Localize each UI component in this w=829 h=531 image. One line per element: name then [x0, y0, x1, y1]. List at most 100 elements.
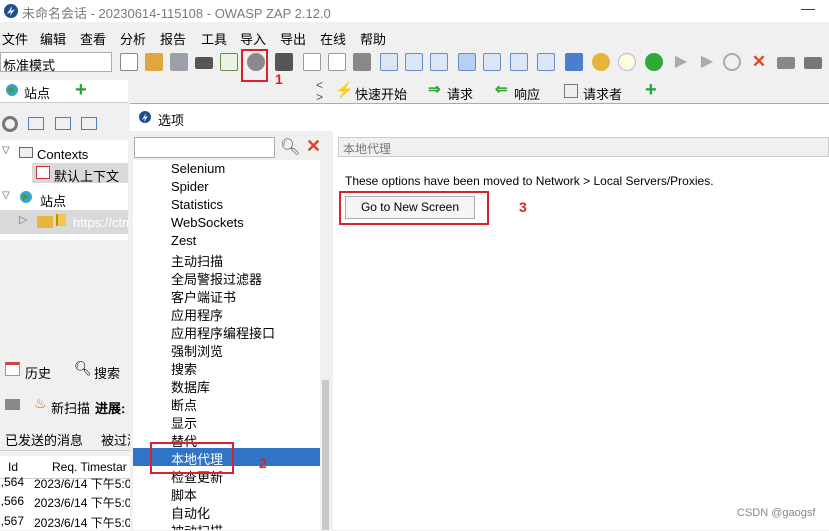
option-item[interactable]: 应用程序编程接口 — [171, 323, 275, 342]
panel-layout-2-icon[interactable] — [405, 53, 423, 71]
option-item[interactable]: Statistics — [171, 197, 223, 212]
keyboard-icon[interactable] — [777, 57, 795, 69]
menu-analyze[interactable]: 分析 — [120, 29, 146, 48]
row-time[interactable]: 2023/6/14 下午5:0 — [34, 475, 131, 492]
tab-quickstart[interactable]: 快速开始 — [355, 84, 407, 103]
tab-search[interactable]: 搜索 — [94, 363, 120, 382]
tree-contexts[interactable]: Contexts — [37, 147, 88, 162]
chevron-down-icon[interactable]: ▽ — [2, 145, 10, 156]
options-scrollbar[interactable] — [320, 160, 332, 530]
options-search-input[interactable] — [134, 137, 275, 158]
col-timestamp-header[interactable]: Req. Timestar — [52, 460, 127, 474]
option-item[interactable]: 自动化 — [171, 503, 210, 522]
option-item[interactable]: 全局警报过滤器 — [171, 269, 262, 288]
tree-sites[interactable]: 站点 — [40, 191, 66, 210]
hud-icon[interactable] — [804, 57, 822, 69]
globe-icon — [6, 84, 18, 96]
minimize-button[interactable]: — — [793, 1, 823, 18]
option-item[interactable]: 应用程序 — [171, 305, 223, 324]
option-item[interactable]: 被动扫描 — [171, 521, 223, 530]
option-item[interactable]: Spider — [171, 179, 209, 194]
chevron-right-icon[interactable]: ▷ — [19, 213, 27, 226]
add-tab-icon[interactable]: + — [645, 79, 657, 102]
break-on-all-icon[interactable] — [645, 53, 663, 71]
note-icon[interactable] — [303, 53, 321, 71]
script-icon[interactable] — [592, 53, 610, 71]
new-scan-button[interactable]: 新扫描 — [51, 398, 90, 417]
panel-layout-1-icon[interactable] — [380, 53, 398, 71]
annotation-number-3: 3 — [519, 199, 527, 215]
tab-response[interactable]: 响应 — [514, 84, 540, 103]
row-id[interactable]: 2,567 — [0, 514, 24, 528]
row-id[interactable]: 2,566 — [0, 494, 24, 508]
panel-layout-5-icon[interactable] — [483, 53, 501, 71]
add-tab-icon[interactable]: + — [75, 79, 87, 102]
annotation-box-1 — [241, 49, 268, 82]
menu-tools[interactable]: 工具 — [201, 29, 227, 48]
row-time[interactable]: 2023/6/14 下午5:0 — [34, 514, 131, 531]
option-item[interactable]: 数据库 — [171, 377, 210, 396]
mode-select[interactable]: 标准模式 ⌄ — [0, 52, 112, 73]
menu-view[interactable]: 查看 — [80, 29, 106, 48]
tab-history[interactable]: 历史 — [25, 363, 51, 382]
row-time[interactable]: 2023/6/14 下午5:0 — [34, 494, 131, 511]
drop-icon[interactable]: ✕ — [750, 53, 768, 71]
chevron-down-icon: ⌄ — [3, 55, 13, 67]
option-item[interactable]: WebSockets — [171, 215, 244, 230]
row-id[interactable]: 2,564 — [0, 475, 24, 489]
tab-sites[interactable]: 站点 — [24, 83, 50, 102]
menu-help[interactable]: 帮助 — [360, 29, 386, 48]
context-icon — [36, 166, 50, 179]
option-item[interactable]: 搜索 — [171, 359, 197, 378]
scan-policy-icon[interactable] — [565, 53, 583, 71]
step-icon[interactable]: ▶ — [672, 53, 690, 71]
option-item[interactable]: Selenium — [171, 161, 225, 176]
lightbulb-icon[interactable] — [618, 53, 636, 71]
option-item[interactable]: Zest — [171, 233, 196, 248]
panel-layout-7-icon[interactable] — [537, 53, 555, 71]
sites-tab-bar — [0, 80, 128, 103]
option-item[interactable]: 主动扫描 — [171, 251, 223, 270]
options-tree: Selenium Spider Statistics WebSockets Zest 主动… — [133, 160, 320, 530]
menu-import[interactable]: 导入 — [240, 29, 266, 48]
target-icon[interactable] — [2, 116, 18, 132]
col-id-header[interactable]: Id — [8, 460, 18, 474]
option-item[interactable]: 显示 — [171, 413, 197, 432]
open-session-icon[interactable] — [145, 53, 163, 71]
tab-request[interactable]: 请求 — [447, 84, 473, 103]
keyboard-icon[interactable] — [5, 399, 20, 410]
menu-report[interactable]: 报告 — [160, 29, 186, 48]
layout-icon[interactable] — [275, 53, 293, 71]
stop-icon[interactable] — [723, 53, 741, 71]
delete-note-icon[interactable] — [328, 53, 346, 71]
menu-online[interactable]: 在线 — [320, 29, 346, 48]
search-icon[interactable]: 🔍︎ — [280, 137, 300, 157]
panel-layout-3-icon[interactable] — [430, 53, 448, 71]
import-context-icon[interactable] — [55, 117, 71, 130]
tab-sent-messages[interactable]: 已发送的消息 — [5, 430, 83, 449]
panel-layout-4-icon[interactable] — [458, 53, 476, 71]
option-item[interactable]: 客户端证书 — [171, 287, 236, 306]
properties-icon[interactable] — [220, 53, 238, 71]
option-item[interactable]: 脚本 — [171, 485, 197, 504]
option-item[interactable]: 断点 — [171, 395, 197, 414]
tab-requester[interactable]: 请求者 — [583, 84, 622, 103]
menu-edit[interactable]: 编辑 — [40, 29, 66, 48]
export-context-icon[interactable] — [81, 117, 97, 130]
chevron-down-icon[interactable]: ▽ — [2, 190, 10, 201]
menu-export[interactable]: 导出 — [280, 29, 306, 48]
tree-site-url[interactable]: https://ctm — [73, 215, 133, 230]
clear-icon[interactable]: ✕ — [306, 136, 321, 157]
continue-icon[interactable]: ▶ — [698, 53, 716, 71]
new-context-icon[interactable] — [28, 117, 44, 130]
option-item[interactable]: 强制浏览 — [171, 341, 223, 360]
tree-default-context[interactable]: 默认上下文 — [54, 166, 119, 185]
chevron-right-icon[interactable]: > — [316, 90, 323, 104]
new-session-icon[interactable] — [120, 53, 138, 71]
request-icon[interactable] — [353, 53, 371, 71]
scrollbar-thumb[interactable] — [322, 380, 329, 530]
snapshot-icon[interactable] — [195, 57, 213, 69]
save-session-icon[interactable] — [170, 53, 188, 71]
panel-layout-6-icon[interactable] — [510, 53, 528, 71]
menu-file[interactable]: 文件 — [2, 29, 28, 48]
